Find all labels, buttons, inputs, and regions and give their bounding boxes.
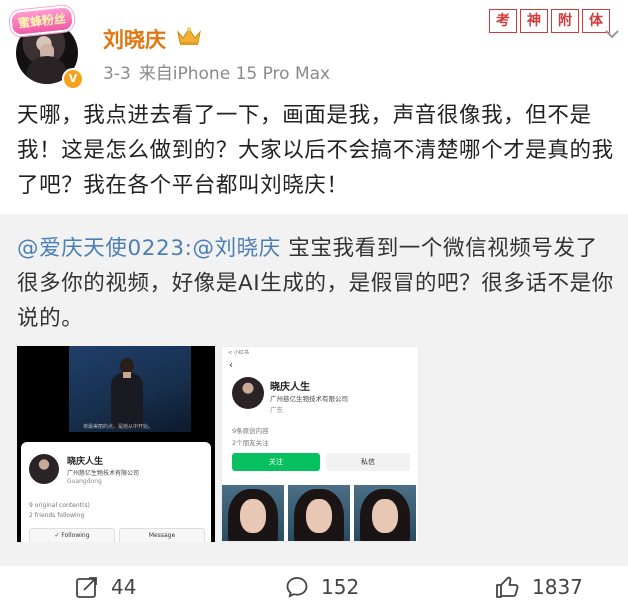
profile-stat: 9条原创内容	[232, 427, 269, 435]
profile-avatar	[29, 454, 59, 484]
profile-name: 晓庆人生	[270, 382, 310, 393]
speaker-figure	[109, 358, 145, 430]
follow-button: 关注	[232, 453, 320, 471]
comment-button[interactable]: 152	[285, 566, 359, 608]
repost-card[interactable]: @爱庆天使0223:@刘晓庆 宝宝我看到一个微信视频号发了很多你的视频，好像是A…	[0, 214, 628, 566]
repost-image-2[interactable]: < 小红书 ‹ 晓庆人生 广州慈亿生物技术有限公司 广东 9条原创内容 2个朋友…	[221, 346, 419, 542]
username[interactable]: 刘晓庆	[103, 24, 166, 54]
video-thumbnail	[222, 485, 284, 541]
comment-icon	[286, 577, 308, 598]
like-count: 1837	[532, 575, 583, 599]
repost-author-link[interactable]: @爱庆天使0223	[17, 236, 185, 261]
stamp-char: 考	[489, 9, 517, 33]
verified-icon: V	[62, 68, 84, 90]
video-thumbnail	[354, 485, 416, 541]
profile-stat: 2个朋友关注	[232, 439, 269, 447]
post-date: 3-3	[103, 64, 131, 84]
action-bar: 44 152 1837	[0, 566, 628, 608]
profile-name: 晓庆人生	[67, 457, 104, 467]
post-meta: 3-3 来自iPhone 15 Pro Max	[103, 59, 330, 84]
message-button: 私信	[326, 453, 410, 471]
profile-stat: 2 friends following	[29, 512, 85, 519]
stamp-badge: 考 神 附 体	[489, 9, 613, 33]
status-bar: < 小红书	[228, 350, 249, 356]
repost-count: 44	[111, 575, 137, 599]
chevron-down-icon[interactable]	[604, 28, 620, 40]
stamp-char: 神	[520, 9, 548, 33]
post-text: 天哪，我点进去看了一下，画面是我，声音很像我，但不是我！这是怎么做到的？大家以后…	[17, 103, 614, 198]
stamp-char: 附	[551, 9, 579, 33]
post-source: 来自iPhone 15 Pro Max	[138, 64, 331, 84]
like-icon	[496, 576, 519, 598]
back-arrow-icon: ‹	[229, 360, 233, 371]
profile-location: 广东	[270, 406, 283, 414]
repost-icon	[76, 577, 97, 598]
profile-avatar	[232, 377, 264, 409]
following-button: ✓ Following	[29, 528, 115, 542]
comment-count: 152	[321, 575, 360, 599]
mention-link[interactable]: @刘晓庆	[192, 236, 280, 261]
profile-stat: 9 original content(s)	[29, 502, 90, 509]
video-frame	[69, 346, 191, 432]
profile-company: 广州慈亿生物技术有限公司	[270, 395, 348, 403]
video-thumbnail	[288, 485, 350, 541]
repost-image-1[interactable]: 将最美丽的点，是她从中开始。 晓庆人生 广州慈亿生物技术有限公司 Guangdo…	[17, 346, 215, 542]
video-subtitle: 将最美丽的点，是她从中开始。	[83, 424, 154, 430]
profile-company: 广州慈亿生物技术有限公司	[67, 470, 140, 477]
profile-location: Guangdong	[67, 478, 102, 485]
avatar[interactable]: 蜜蜂粉丝 V	[8, 4, 90, 90]
crown-icon[interactable]	[176, 26, 202, 46]
message-button: Message	[119, 528, 205, 542]
like-button[interactable]: 1837	[494, 566, 583, 608]
repost-button[interactable]: 44	[75, 566, 136, 608]
repost-text: @爱庆天使0223:@刘晓庆 宝宝我看到一个微信视频号发了很多你的视频，好像是A…	[17, 231, 617, 336]
profile-card: 晓庆人生 广州慈亿生物技术有限公司 Guangdong 9 original c…	[21, 442, 211, 542]
